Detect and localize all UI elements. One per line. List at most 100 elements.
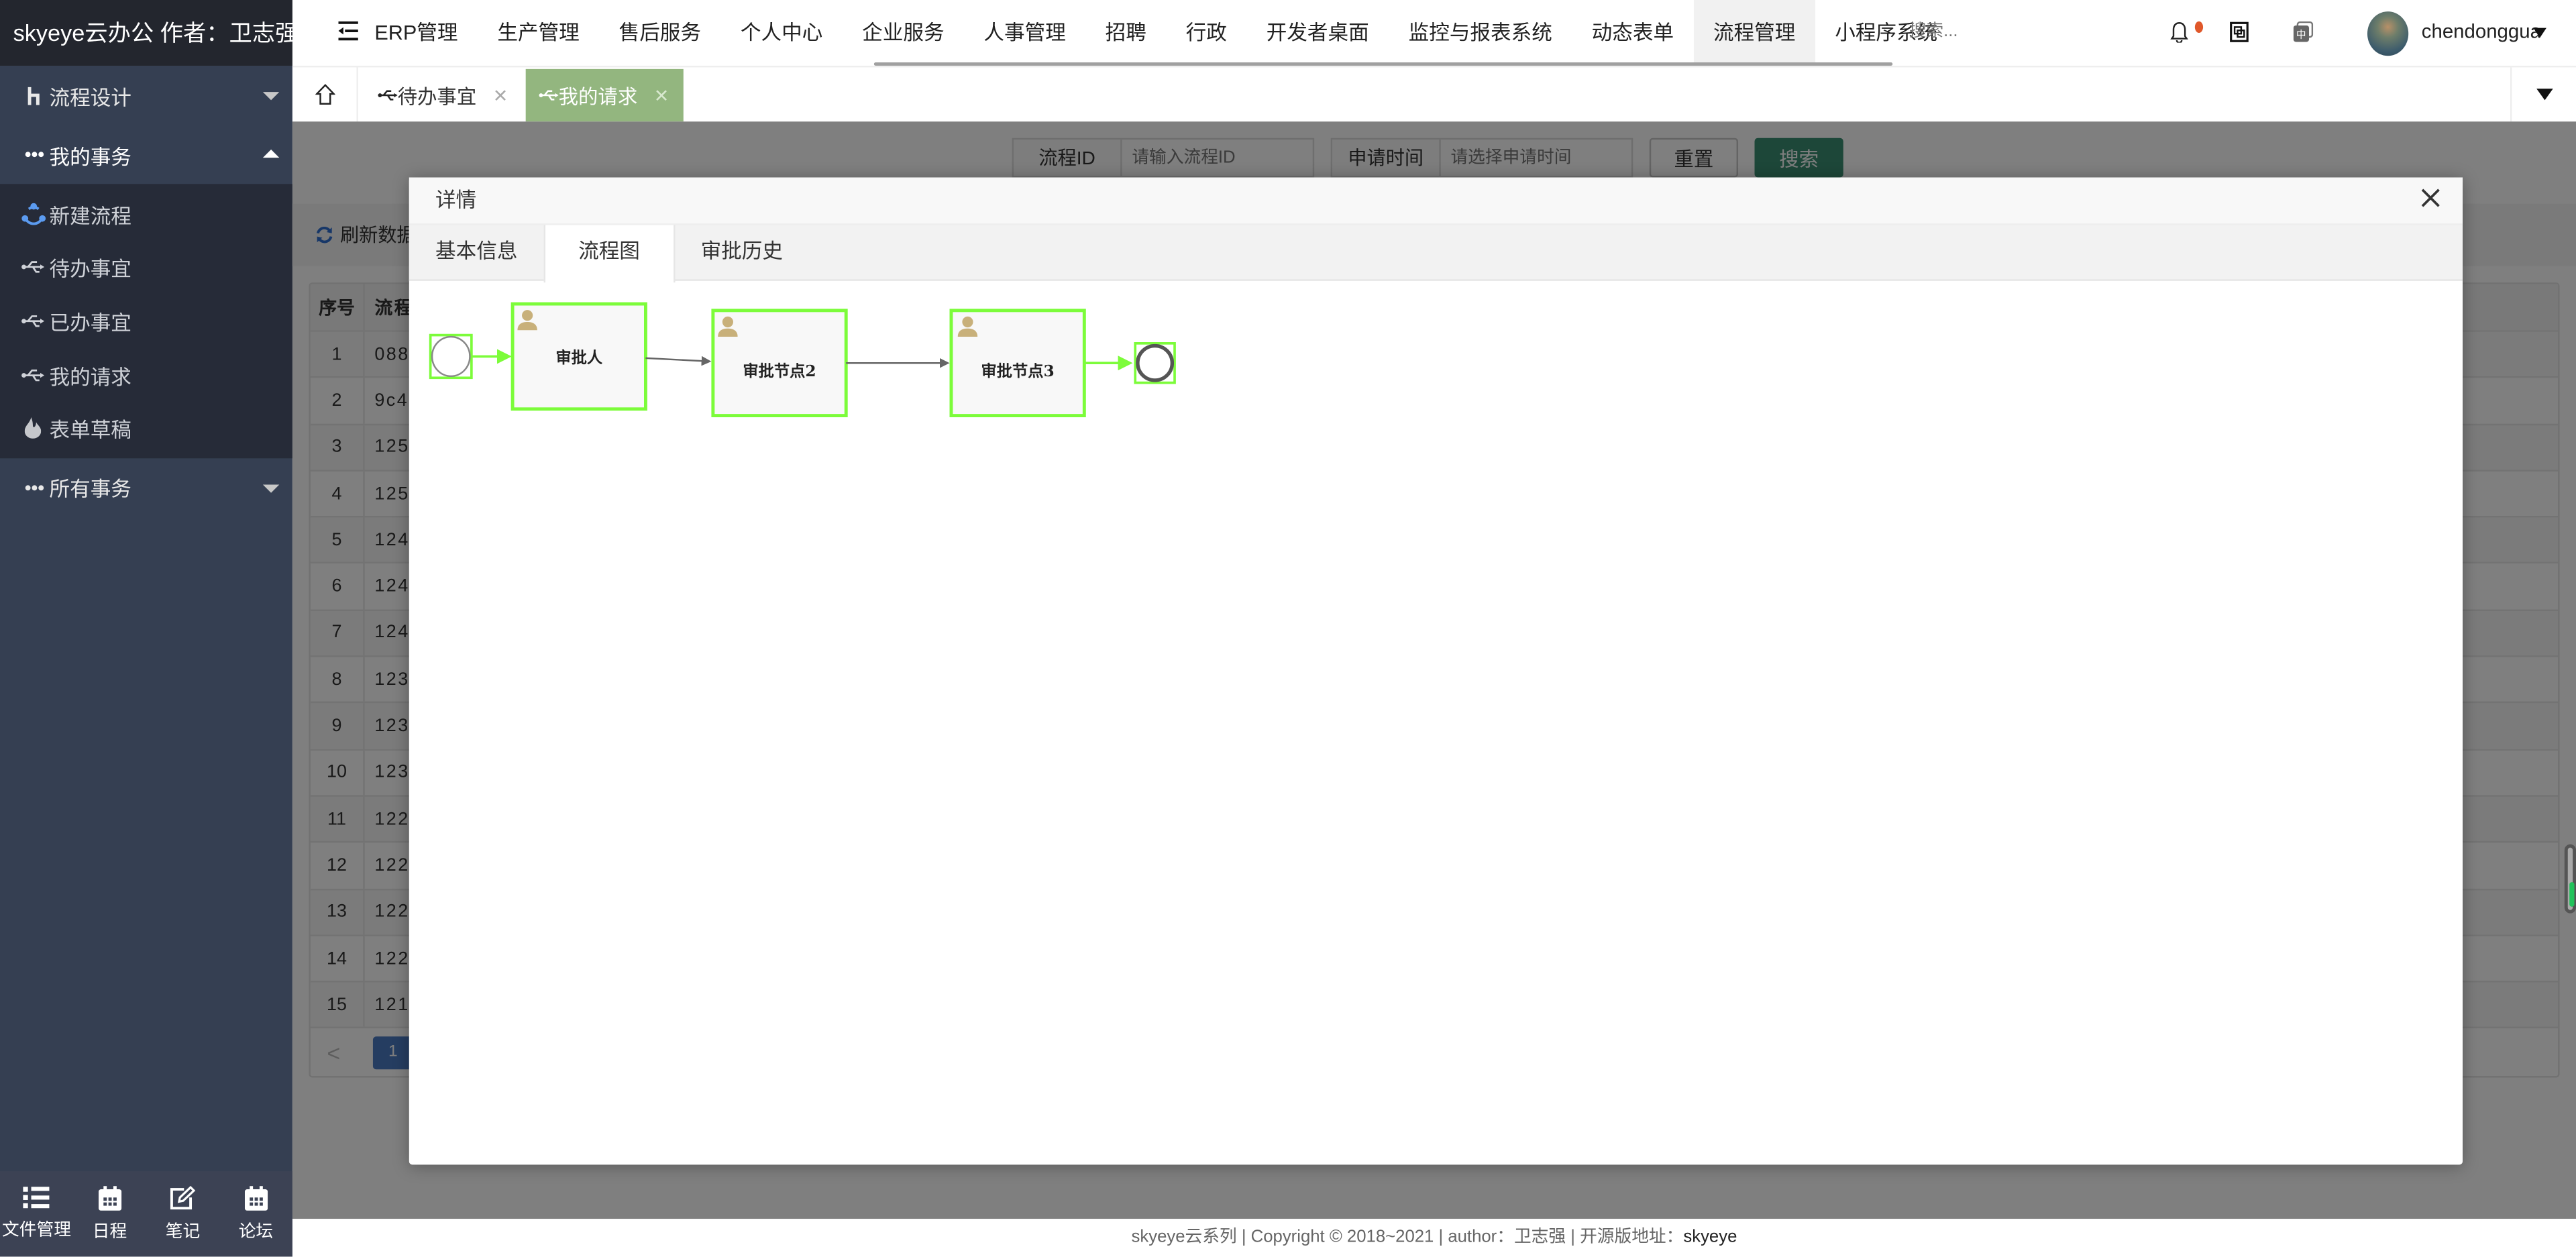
sidebar-item-label: 表单草稿 — [49, 419, 131, 443]
usb-icon — [19, 314, 46, 329]
tab-flowchart[interactable]: 流程图 — [543, 225, 675, 283]
dock-label: 日程 — [92, 1221, 127, 1242]
sidebar-item-label: 我的请求 — [49, 366, 131, 389]
top-menu-item[interactable]: 生产管理 — [478, 0, 599, 66]
end-event[interactable] — [1134, 342, 1176, 384]
sidebar-group-label: 所有事务 — [49, 478, 131, 502]
username[interactable]: chendonggua — [2422, 19, 2540, 42]
page-tab-todo[interactable]: 待办事宜 ✕ — [365, 69, 521, 121]
language-switch-icon[interactable]: 中 — [2293, 21, 2314, 48]
top-menu-item[interactable]: 个人中心 — [720, 0, 842, 66]
quick-dock: 文件管理 日程 笔记 论坛 — [0, 1171, 292, 1257]
brand-title: skyeye云办公 作者：卫志强 — [0, 0, 298, 66]
sidebar-submenu: 新建流程 待办事宜 已办事宜 我的请求 表单草稿 — [0, 184, 292, 459]
sidebar-item-form-drafts[interactable]: 表单草稿 — [0, 401, 292, 455]
notification-badge — [2194, 21, 2204, 33]
dock-label: 笔记 — [165, 1221, 201, 1242]
app-window: skyeye云办公 作者：卫志强 流程设计 我的事务 新建流程 待办事宜 已办事… — [0, 0, 2576, 1257]
scroll-thumb[interactable] — [2569, 882, 2575, 907]
dock-forum[interactable]: 论坛 — [219, 1171, 292, 1256]
top-navbar: ERP管理 生产管理 售后服务 个人中心 企业服务 人事管理 招聘 行政 开发者桌面 监控与报表系… — [292, 0, 2576, 66]
fullscreen-icon[interactable] — [2229, 21, 2249, 48]
sidebar-item-new-process[interactable]: 新建流程 — [0, 187, 292, 241]
ellipsis-icon — [23, 484, 46, 491]
tab-approval-history[interactable]: 审批历史 — [674, 225, 809, 281]
sidebar-group-all-affairs[interactable]: 所有事务 — [0, 458, 292, 517]
fire-icon — [19, 417, 46, 439]
top-menu-item[interactable]: 流程管理 — [1693, 0, 1815, 66]
top-menu-item[interactable]: 企业服务 — [843, 0, 964, 66]
sidebar-item-label: 新建流程 — [49, 205, 131, 228]
task-label: 审批节点2 — [743, 362, 816, 380]
caret-down-icon — [2536, 89, 2553, 101]
detail-modal: 详情 基本信息 流程图 审批历史 审批人 审批节点2 审批节点3 — [409, 177, 2463, 1165]
menu-toggle-icon[interactable] — [338, 21, 358, 46]
top-menu-item[interactable]: 开发者桌面 — [1246, 0, 1389, 66]
modal-tabs: 基本信息 流程图 审批历史 — [409, 225, 2463, 283]
tab-basic-info[interactable]: 基本信息 — [409, 225, 544, 281]
top-menu-item[interactable]: 人事管理 — [964, 0, 1085, 66]
top-menu-item[interactable]: 动态表单 — [1572, 0, 1693, 66]
footer: skyeye云系列 | Copyright © 2018~2021 | auth… — [292, 1219, 2576, 1257]
top-menu: ERP管理 生产管理 售后服务 个人中心 企业服务 人事管理 招聘 行政 开发者桌面 监控与报表系… — [374, 0, 1957, 66]
user-avatar[interactable] — [2367, 11, 2409, 56]
top-menu-item[interactable]: ERP管理 — [374, 0, 478, 66]
page-tab-my-requests[interactable]: 我的请求 ✕ — [525, 68, 684, 122]
sequence-flow — [645, 356, 712, 366]
dock-schedule[interactable]: 日程 — [73, 1171, 146, 1256]
home-icon — [23, 86, 46, 105]
modal-title: 详情 — [409, 177, 2463, 225]
list-icon — [23, 1187, 50, 1209]
share-icon — [19, 202, 46, 227]
page-tab-label: 待办事宜 — [397, 85, 477, 108]
process-diagram: 审批人 审批节点2 审批节点3 — [429, 302, 1176, 418]
top-menu-item[interactable]: 监控与报表系统 — [1389, 0, 1572, 66]
chevron-down-icon — [262, 484, 280, 493]
usb-icon — [378, 90, 398, 101]
calendar-icon — [98, 1185, 121, 1210]
user-task-node[interactable]: 审批人 — [511, 302, 647, 411]
task-label: 审批人 — [555, 349, 603, 367]
sidebar-group-label: 我的事务 — [49, 145, 131, 169]
footer-link[interactable]: skyeye — [1683, 1227, 1737, 1246]
global-search-input[interactable] — [1905, 19, 2087, 43]
tabs-menu-dropdown[interactable] — [2510, 67, 2576, 122]
dock-label: 论坛 — [238, 1221, 274, 1242]
user-task-node[interactable]: 审批节点2 — [711, 309, 848, 418]
close-icon[interactable]: ✕ — [654, 85, 669, 106]
usb-icon — [19, 260, 46, 275]
top-menu-item[interactable]: 招聘 — [1085, 0, 1166, 66]
top-menu-item[interactable]: 行政 — [1166, 0, 1246, 66]
close-icon[interactable]: ✕ — [493, 85, 508, 106]
page-scrollbar[interactable] — [2564, 844, 2576, 914]
dock-label: 文件管理 — [2, 1220, 71, 1240]
chevron-down-icon — [262, 92, 280, 101]
sidebar-item-label: 已办事宜 — [49, 312, 131, 335]
start-event[interactable] — [429, 333, 473, 380]
home-icon — [314, 84, 335, 105]
dock-file-management[interactable]: 文件管理 — [0, 1171, 73, 1256]
ellipsis-icon — [23, 151, 46, 158]
sidebar-item-todo[interactable]: 待办事宜 — [0, 241, 292, 294]
usb-icon — [539, 90, 559, 101]
bell-icon[interactable] — [2170, 21, 2188, 48]
footer-text: skyeye云系列 | Copyright © 2018~2021 | auth… — [1131, 1227, 1684, 1247]
calendar-icon — [244, 1185, 268, 1210]
chevron-up-icon — [262, 149, 280, 158]
sidebar-group-my-affairs[interactable]: 我的事务 — [0, 125, 292, 184]
sidebar-item-my-requests[interactable]: 我的请求 — [0, 348, 292, 402]
top-menu-item[interactable]: 售后服务 — [599, 0, 720, 66]
sidebar-group-process-design[interactable]: 流程设计 — [0, 66, 292, 125]
sidebar: skyeye云办公 作者：卫志强 流程设计 我的事务 新建流程 待办事宜 已办事… — [0, 0, 298, 1257]
home-tab[interactable] — [292, 67, 358, 122]
task-label: 审批节点3 — [981, 362, 1055, 380]
edit-icon — [170, 1185, 196, 1209]
caret-down-icon[interactable] — [2533, 28, 2546, 38]
sidebar-item-label: 待办事宜 — [49, 258, 131, 282]
page-tab-label: 我的请求 — [558, 85, 638, 108]
usb-icon — [19, 368, 46, 382]
close-icon[interactable] — [2420, 187, 2441, 213]
sidebar-item-done[interactable]: 已办事宜 — [0, 294, 292, 348]
user-task-node[interactable]: 审批节点3 — [949, 309, 1086, 418]
dock-notes[interactable]: 笔记 — [146, 1171, 219, 1256]
